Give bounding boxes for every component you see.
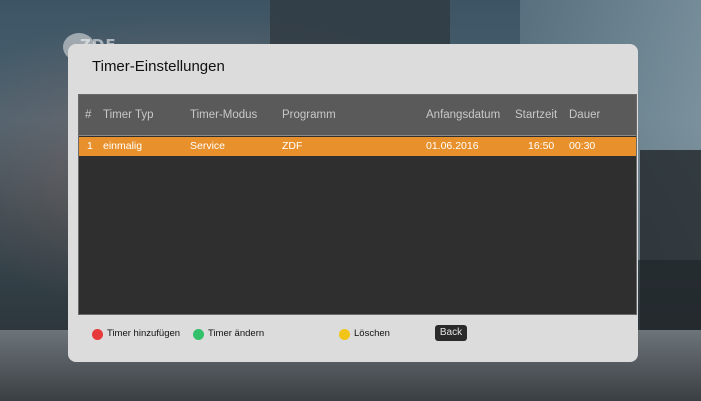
cell-timer-typ: einmalig [103,140,143,152]
cell-startzeit: 16:50 [528,140,555,152]
cell-anfangsdatum: 01.06.2016 [426,140,479,152]
cell-timer-modus: Service [190,140,226,152]
yellow-button-label[interactable]: Löschen [354,328,390,339]
table-row[interactable]: 1 einmalig Service ZDF 01.06.2016 16:50 … [79,137,636,156]
col-startzeit: Startzeit [515,109,558,121]
panel-title: Timer-Einstellungen [92,58,225,75]
green-button-icon [193,329,204,340]
green-button-label[interactable]: Timer ändern [208,328,264,339]
back-button[interactable]: Back [435,325,467,341]
cell-dauer: 00:30 [569,140,596,152]
table-header: # Timer Typ Timer-Modus Programm Anfangs… [79,95,636,136]
col-timer-typ: Timer Typ [103,109,154,121]
timer-table: # Timer Typ Timer-Modus Programm Anfangs… [78,94,637,315]
red-button-label[interactable]: Timer hinzufügen [107,328,180,339]
col-programm: Programm [282,109,336,121]
red-button-icon [92,329,103,340]
col-dauer: Dauer [569,109,601,121]
color-key-legend: Timer hinzufügen Timer ändern Löschen Ba… [0,325,701,345]
col-anfangsdatum: Anfangsdatum [426,109,501,121]
col-number: # [85,109,92,121]
yellow-button-icon [339,329,350,340]
cell-number: 1 [87,140,93,152]
cell-programm: ZDF [282,140,303,152]
col-timer-modus: Timer-Modus [190,109,258,121]
